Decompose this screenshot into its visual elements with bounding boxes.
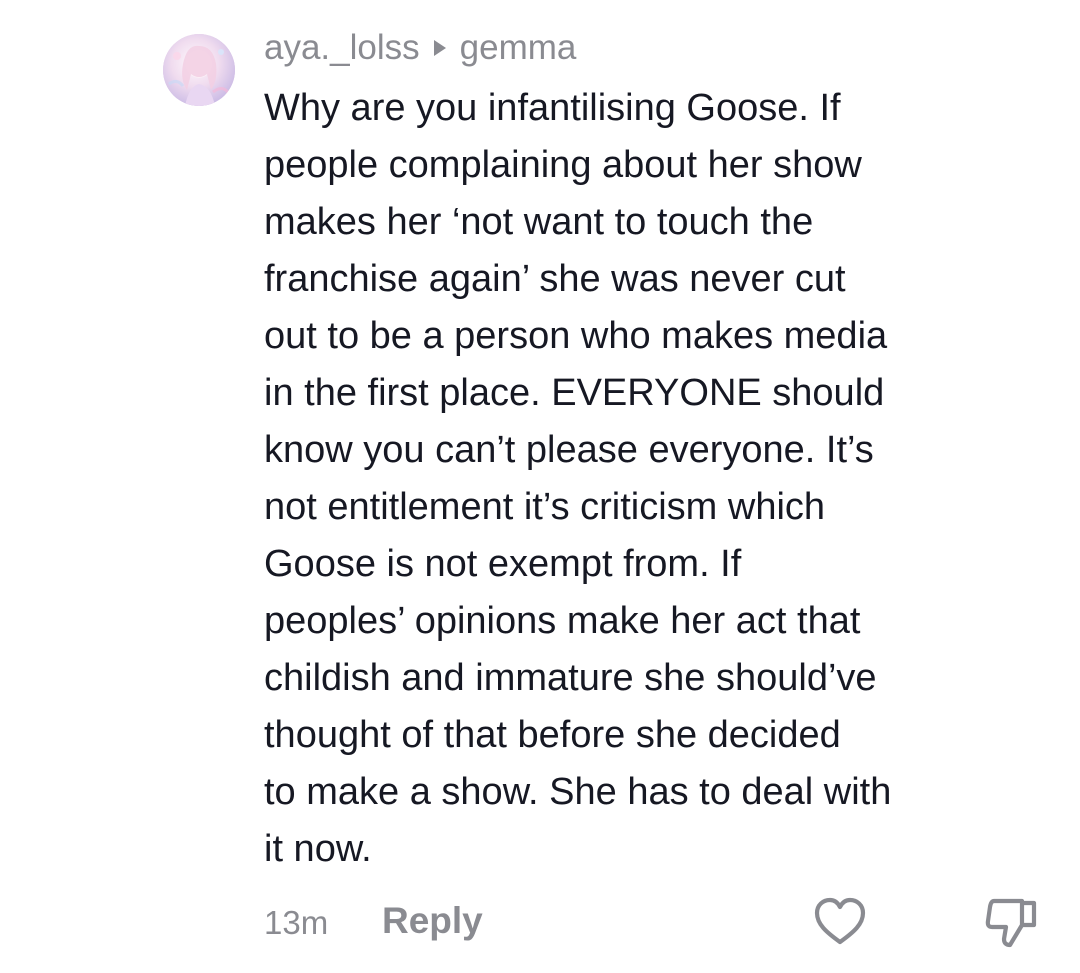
reply-to-username[interactable]: gemma — [460, 28, 577, 68]
comment-item: aya._lolss gemma Why are you infantilisi… — [0, 0, 1080, 973]
avatar[interactable] — [163, 34, 235, 106]
triangle-right-icon — [432, 38, 448, 58]
like-button[interactable] — [812, 895, 868, 949]
username[interactable]: aya._lolss — [264, 28, 420, 68]
thumbs-down-outline-icon — [982, 898, 1042, 953]
dislike-button[interactable] — [982, 895, 1042, 949]
timestamp: 13m — [264, 904, 329, 941]
comment-footer: 13m Reply — [264, 895, 1044, 949]
reply-button[interactable]: Reply — [382, 899, 483, 943]
heart-outline-icon — [812, 897, 868, 953]
comment-header: aya._lolss gemma — [264, 28, 576, 68]
comment-text: Why are you infantilising Goose. If peop… — [264, 87, 892, 870]
avatar-image — [163, 34, 235, 106]
